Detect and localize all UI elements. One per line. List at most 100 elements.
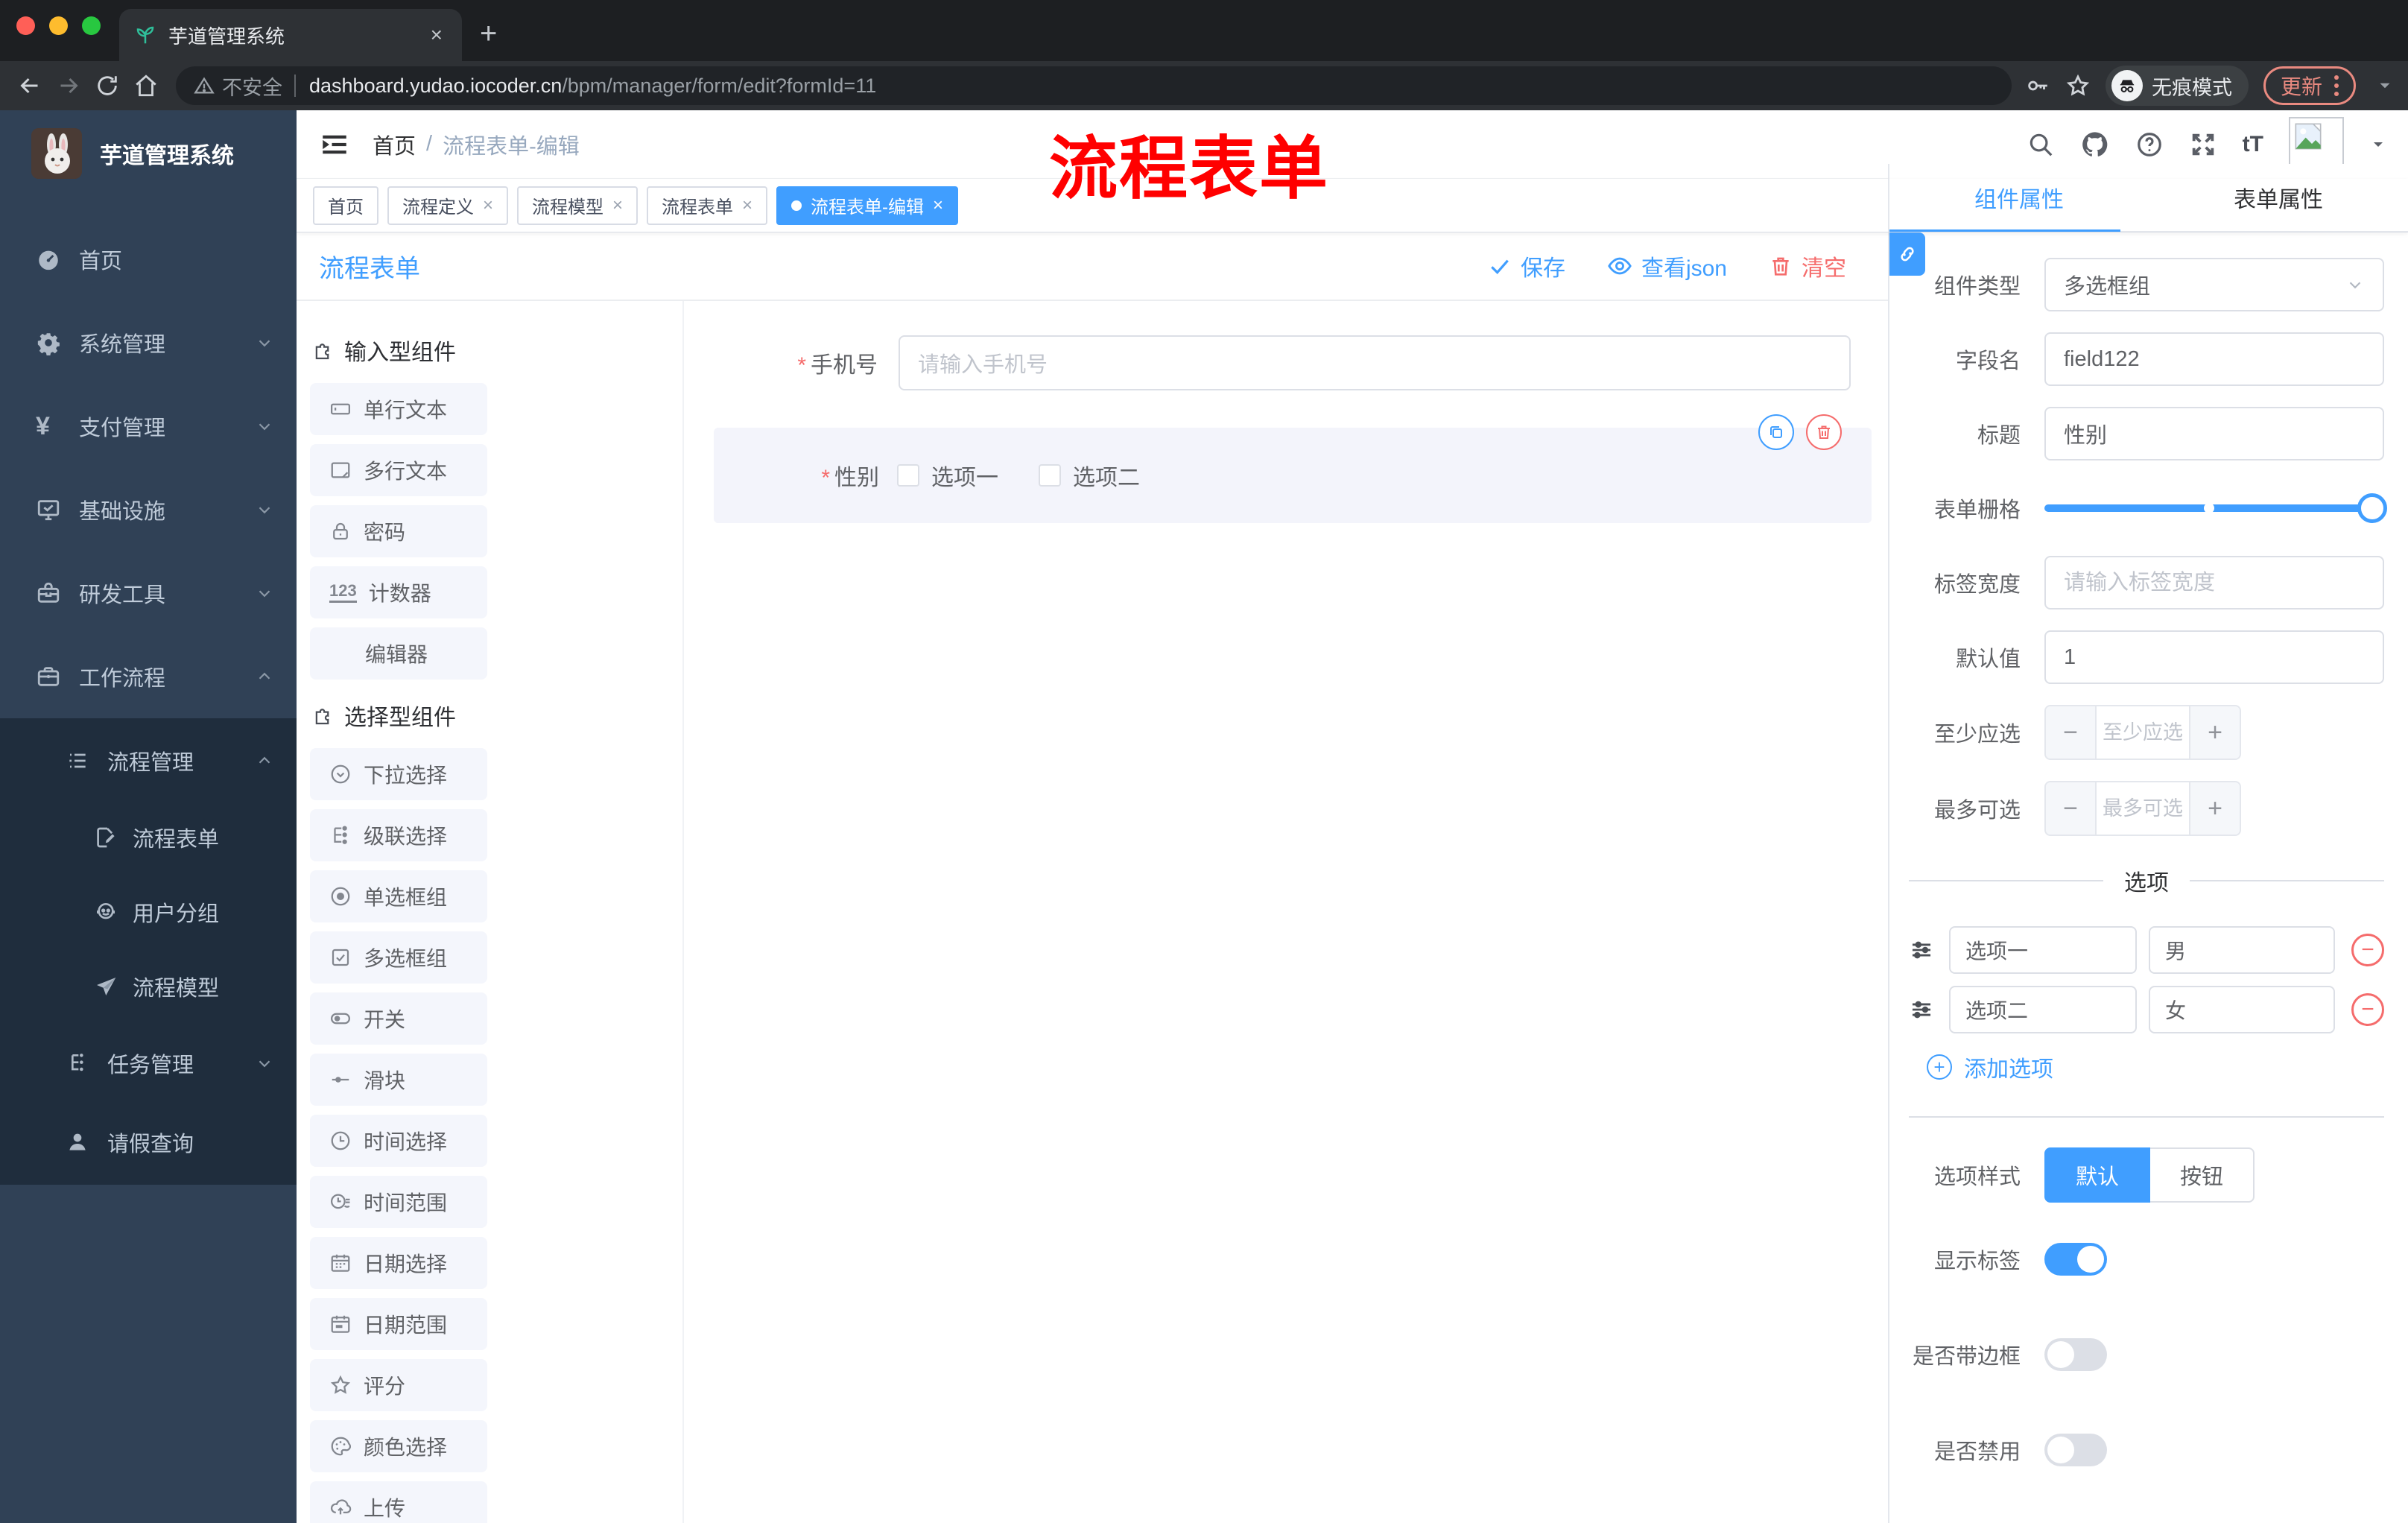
- field-name-input[interactable]: [2044, 332, 2384, 386]
- clear-button[interactable]: 清空: [1769, 250, 1846, 282]
- sidebar-item-devtools[interactable]: 研发工具: [0, 551, 297, 635]
- form-canvas[interactable]: * 手机号 请输入手机号 * 性别 选项一 选项二: [684, 301, 1888, 1523]
- remove-option-button[interactable]: −: [2351, 993, 2384, 1026]
- browser-tab[interactable]: 芋道管理系统 ×: [119, 9, 462, 61]
- add-option-button[interactable]: + 添加选项: [1927, 1051, 2384, 1083]
- form-grid-slider[interactable]: [2044, 481, 2387, 535]
- sidebar-logo[interactable]: 芋道管理系统: [0, 110, 297, 197]
- tag-process-form-edit[interactable]: 流程表单-编辑 ×: [776, 186, 959, 225]
- palette-item-color-picker[interactable]: 颜色选择: [310, 1420, 487, 1472]
- sidebar-item-process-form[interactable]: 流程表单: [0, 800, 297, 875]
- home-icon[interactable]: [130, 73, 162, 98]
- palette-item-slider[interactable]: 滑块: [310, 1054, 487, 1106]
- palette-item-date-picker[interactable]: 日期选择: [310, 1237, 487, 1289]
- sidebar-item-leave-query[interactable]: 请假查询: [0, 1103, 297, 1182]
- tag-home[interactable]: 首页: [313, 186, 378, 225]
- option-value-input[interactable]: [2149, 926, 2335, 974]
- minimize-window-button[interactable]: [49, 16, 68, 35]
- palette-item-upload[interactable]: 上传: [310, 1481, 487, 1523]
- palette-item-multi-text[interactable]: 多行文本: [310, 444, 487, 496]
- close-icon[interactable]: ×: [742, 195, 752, 216]
- palette-item-switch[interactable]: 开关: [310, 992, 487, 1045]
- palette-item-single-text[interactable]: 单行文本: [310, 383, 487, 435]
- option-label-input[interactable]: [1949, 926, 2137, 974]
- minus-button[interactable]: −: [2046, 706, 2095, 759]
- sidebar-item-user-group[interactable]: 用户分组: [0, 875, 297, 949]
- plus-button[interactable]: +: [2190, 782, 2240, 835]
- canvas-field-phone[interactable]: * 手机号 请输入手机号: [729, 335, 1851, 390]
- link-badge[interactable]: [1889, 232, 1925, 276]
- checkbox-icon[interactable]: [897, 464, 919, 487]
- remove-option-button[interactable]: −: [2351, 934, 2384, 966]
- option-value-input[interactable]: [2149, 986, 2335, 1033]
- github-icon[interactable]: [2080, 130, 2110, 159]
- palette-item-radio-group[interactable]: 单选框组: [310, 870, 487, 922]
- close-icon[interactable]: ×: [933, 195, 943, 216]
- new-tab-button[interactable]: +: [480, 17, 497, 51]
- tag-process-form[interactable]: 流程表单 ×: [647, 186, 768, 225]
- bookmark-star-icon[interactable]: [2065, 73, 2091, 98]
- palette-item-password[interactable]: 密码: [310, 505, 487, 557]
- tab-close-icon[interactable]: ×: [426, 23, 447, 47]
- font-size-icon[interactable]: tT: [2243, 132, 2263, 157]
- palette-item-counter[interactable]: 123 计数器: [310, 566, 487, 618]
- palette-item-cascader[interactable]: 级联选择: [310, 809, 487, 861]
- view-json-button[interactable]: 查看json: [1607, 250, 1727, 282]
- max-select-input[interactable]: [2095, 782, 2190, 835]
- help-icon[interactable]: [2135, 130, 2164, 159]
- back-icon[interactable]: [13, 72, 46, 99]
- chevron-down-icon[interactable]: [2375, 76, 2395, 95]
- show-label-toggle[interactable]: [2044, 1243, 2107, 1276]
- sidebar-item-workflow[interactable]: 工作流程: [0, 635, 297, 718]
- reload-icon[interactable]: [91, 73, 124, 98]
- caret-down-icon[interactable]: [2369, 136, 2387, 153]
- palette-item-time-picker[interactable]: 时间选择: [310, 1115, 487, 1167]
- maximize-window-button[interactable]: [82, 16, 101, 35]
- drag-handle-icon[interactable]: [1909, 937, 1934, 963]
- canvas-field-gender-selected[interactable]: * 性别 选项一 选项二: [714, 414, 1872, 523]
- title-input[interactable]: [2044, 407, 2384, 460]
- search-icon[interactable]: [2027, 130, 2055, 159]
- url-bar[interactable]: 不安全 dashboard.yudao.iocoder.cn/bpm/manag…: [176, 66, 2012, 105]
- gender-option-2[interactable]: 选项二: [1039, 459, 1140, 492]
- forward-icon[interactable]: [52, 72, 85, 99]
- delete-component-button[interactable]: [1806, 414, 1842, 450]
- browser-menu-icon[interactable]: [2334, 75, 2339, 96]
- phone-input[interactable]: 请输入手机号: [899, 335, 1851, 390]
- close-icon[interactable]: ×: [612, 195, 623, 216]
- copy-component-button[interactable]: [1758, 414, 1794, 450]
- save-button[interactable]: 保存: [1488, 250, 1565, 282]
- sidebar-collapse-icon[interactable]: [319, 129, 350, 160]
- drag-handle-icon[interactable]: [1909, 997, 1934, 1022]
- label-width-input[interactable]: [2044, 556, 2384, 609]
- option-label-input[interactable]: [1949, 986, 2137, 1033]
- plus-button[interactable]: +: [2190, 706, 2240, 759]
- close-window-button[interactable]: [16, 16, 35, 35]
- breadcrumb-home[interactable]: 首页: [373, 129, 416, 160]
- minus-button[interactable]: −: [2046, 782, 2095, 835]
- palette-item-select[interactable]: 下拉选择: [310, 748, 487, 800]
- style-button-button[interactable]: 按钮: [2150, 1147, 2255, 1203]
- sidebar-item-process-model[interactable]: 流程模型: [0, 949, 297, 1024]
- slider-thumb[interactable]: [2357, 493, 2387, 523]
- sidebar-item-payment[interactable]: ¥ 支付管理: [0, 384, 297, 468]
- palette-item-time-range[interactable]: 时间范围: [310, 1176, 487, 1228]
- palette-item-date-range[interactable]: 日期范围: [310, 1298, 487, 1350]
- sidebar-item-process-manage[interactable]: 流程管理: [0, 721, 297, 800]
- border-toggle[interactable]: [2044, 1338, 2107, 1371]
- default-value-input[interactable]: [2044, 630, 2384, 684]
- palette-item-checkbox-group[interactable]: 多选框组: [310, 931, 487, 984]
- gender-option-1[interactable]: 选项一: [897, 459, 998, 492]
- disabled-toggle[interactable]: [2044, 1434, 2107, 1466]
- checkbox-icon[interactable]: [1039, 464, 1061, 487]
- component-type-select[interactable]: 多选框组: [2044, 258, 2384, 311]
- close-icon[interactable]: ×: [483, 195, 493, 216]
- tag-process-definition[interactable]: 流程定义 ×: [387, 186, 509, 225]
- palette-item-rate[interactable]: 评分: [310, 1359, 487, 1411]
- palette-item-editor[interactable]: 编辑器: [310, 627, 487, 680]
- password-key-icon[interactable]: [2025, 73, 2050, 98]
- update-button[interactable]: 更新: [2263, 66, 2356, 105]
- style-default-button[interactable]: 默认: [2044, 1147, 2151, 1203]
- window-controls[interactable]: [16, 16, 101, 35]
- sidebar-item-task-manage[interactable]: 任务管理: [0, 1024, 297, 1103]
